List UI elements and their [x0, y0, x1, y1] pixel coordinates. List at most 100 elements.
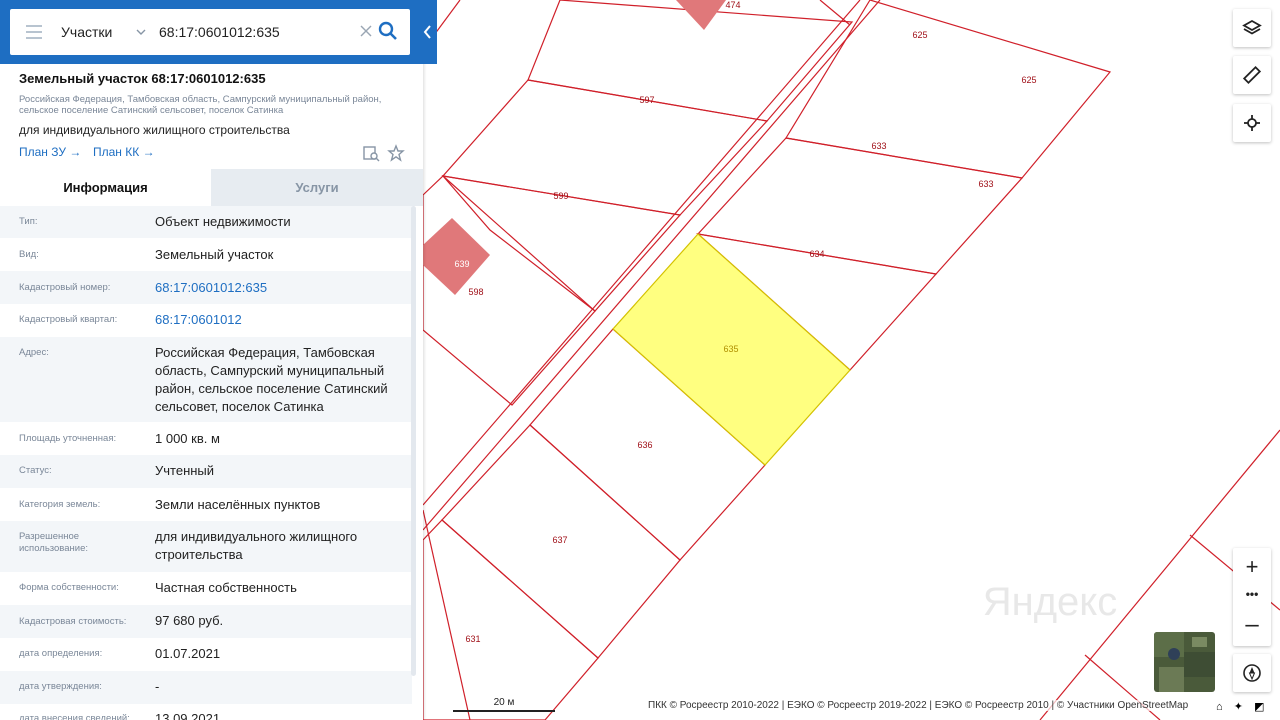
chevron-down-icon[interactable] — [136, 27, 146, 37]
search-box: Участки — [10, 9, 410, 55]
compass-button[interactable] — [1233, 654, 1271, 692]
row-value: 13.09.2021 — [155, 711, 221, 720]
row-key: дата определения: — [19, 648, 103, 659]
table-row: Площадь уточненная: 1 000 кв. м — [0, 422, 412, 455]
zoom-control: + ••• – — [1233, 548, 1271, 646]
measure-button[interactable] — [1233, 56, 1271, 94]
table-row: Кадастровый номер: 68:17:0601012:635 — [0, 271, 412, 304]
row-key: Адрес: — [19, 347, 49, 358]
row-key: Вид: — [19, 249, 39, 260]
row-key: Кадастровая стоимость: — [19, 616, 127, 627]
object-usage: для индивидуального жилищного строительс… — [19, 123, 290, 137]
report-icon[interactable]: ◩ — [1254, 701, 1264, 713]
compass-icon — [1243, 664, 1261, 682]
ruler-icon — [1242, 65, 1262, 85]
zoom-out-button[interactable]: – — [1233, 612, 1271, 638]
table-row: Вид: Земельный участок — [0, 238, 412, 271]
table-row: дата определения: 01.07.2021 — [0, 638, 412, 671]
menu-icon[interactable] — [26, 25, 42, 39]
clear-icon[interactable] — [359, 24, 373, 38]
parcel-label: 631 — [465, 634, 480, 644]
row-key: Статус: — [19, 465, 52, 476]
table-row: Кадастровый квартал: 68:17:0601012 — [0, 304, 412, 337]
table-row: Тип: Объект недвижимости — [0, 206, 412, 238]
scale-label: 20 м — [493, 697, 515, 708]
row-value: 97 680 руб. — [155, 613, 224, 628]
parcel-label: 634 — [809, 249, 824, 259]
layers-icon — [1242, 19, 1262, 35]
parcel-label: 637 — [552, 535, 567, 545]
layers-button[interactable] — [1233, 9, 1271, 47]
building-474 — [676, 0, 726, 30]
row-key: Форма собственности: — [19, 582, 119, 593]
table-row: дата утверждения: - — [0, 671, 412, 704]
info-panel: Информация Услуги Земельный участок 68:1… — [0, 0, 423, 720]
plan-kk-link[interactable]: План КК → — [93, 145, 155, 159]
map-attribution: ПКК © Росреестр 2010-2022 | ЕЭКО © Росре… — [648, 700, 1189, 711]
table-row: Разрешенное использование: для индивидуа… — [0, 521, 412, 572]
table-row: Категория земель: Земли населённых пункт… — [0, 488, 412, 521]
search-icon[interactable] — [378, 21, 398, 41]
map-scale: 20 м — [453, 697, 555, 713]
favorite-star-icon[interactable] — [387, 144, 405, 162]
parcel-label: 633 — [871, 141, 886, 151]
object-address-short: Российская Федерация, Тамбовская область… — [19, 94, 382, 116]
row-key: Разрешенное использование: — [19, 531, 89, 554]
row-value: 01.07.2021 — [155, 646, 221, 661]
row-value: Объект недвижимости — [155, 214, 291, 229]
parcel-label: 474 — [725, 0, 740, 10]
row-key: Площадь уточненная: — [19, 433, 117, 444]
row-value: Земли населённых пунктов — [155, 497, 321, 512]
panel-scrollbar[interactable] — [411, 206, 416, 676]
table-row: Форма собственности: Частная собственнос… — [0, 572, 412, 605]
parcel-label: 599 — [553, 191, 568, 201]
row-key: Тип: — [19, 216, 38, 227]
row-value: 1 000 кв. м — [155, 431, 220, 446]
row-value: Частная собственность — [155, 580, 297, 595]
zoom-in-button[interactable]: + — [1233, 554, 1271, 580]
row-key: дата утверждения: — [19, 681, 102, 692]
parcel-label: 625 — [1021, 75, 1036, 85]
tab-services[interactable]: Услуги — [211, 169, 423, 206]
row-value: Учтенный — [155, 463, 215, 478]
zoom-slider-handle[interactable]: ••• — [1233, 584, 1271, 604]
satellite-minimap[interactable] — [1154, 632, 1215, 692]
find-on-map-icon[interactable] — [362, 144, 380, 162]
parcel-label: 625 — [912, 30, 927, 40]
home-icon[interactable]: ⌂ — [1216, 701, 1223, 713]
parcel-label: 639 — [454, 259, 469, 269]
table-row: Кадастровая стоимость: 97 680 руб. — [0, 605, 412, 638]
table-row: дата внесения сведений: 13.09.2021 — [0, 704, 412, 720]
locate-button[interactable] — [1233, 104, 1271, 142]
row-key: Категория земель: — [19, 499, 101, 510]
row-key: Кадастровый номер: — [19, 282, 111, 293]
building-639 — [423, 218, 490, 295]
category-select[interactable]: Участки — [61, 23, 112, 41]
table-row: Статус: Учтенный — [0, 455, 412, 488]
parcel-label: 636 — [637, 440, 652, 450]
panel-tabs: Информация Услуги — [0, 169, 423, 206]
parcel-label: 635 — [723, 344, 738, 354]
attribution-icons: ⌂ ✦ ◩ — [1216, 700, 1264, 713]
collapse-panel-icon[interactable] — [420, 18, 436, 46]
row-key: Кадастровый квартал: — [19, 314, 118, 325]
row-value: - — [155, 679, 160, 694]
table-row: Адрес: Российская Федерация, Тамбовская … — [0, 337, 412, 422]
search-input[interactable] — [159, 21, 355, 43]
plan-zu-link[interactable]: План ЗУ → — [19, 145, 81, 159]
row-value: для индивидуального жилищного строительс… — [155, 529, 358, 562]
search-header: Участки — [0, 0, 437, 64]
cadastral-number-link[interactable]: 68:17:0601012:635 — [155, 279, 405, 297]
tab-information[interactable]: Информация — [0, 169, 211, 206]
info-table: Тип: Объект недвижимости Вид: Земельный … — [0, 206, 412, 720]
watermark: Яндекс — [983, 580, 1118, 624]
parcel-label: 597 — [639, 95, 654, 105]
crosshair-icon — [1244, 115, 1260, 131]
parcel-label: 633 — [978, 179, 993, 189]
row-value: Российская Федерация, Тамбовская область… — [155, 345, 388, 414]
row-value: Земельный участок — [155, 247, 274, 262]
location-icon[interactable]: ✦ — [1234, 701, 1243, 713]
cadastral-quarter-link[interactable]: 68:17:0601012 — [155, 311, 405, 329]
parcel-label: 598 — [468, 287, 483, 297]
object-title: Земельный участок 68:17:0601012:635 — [19, 71, 266, 86]
